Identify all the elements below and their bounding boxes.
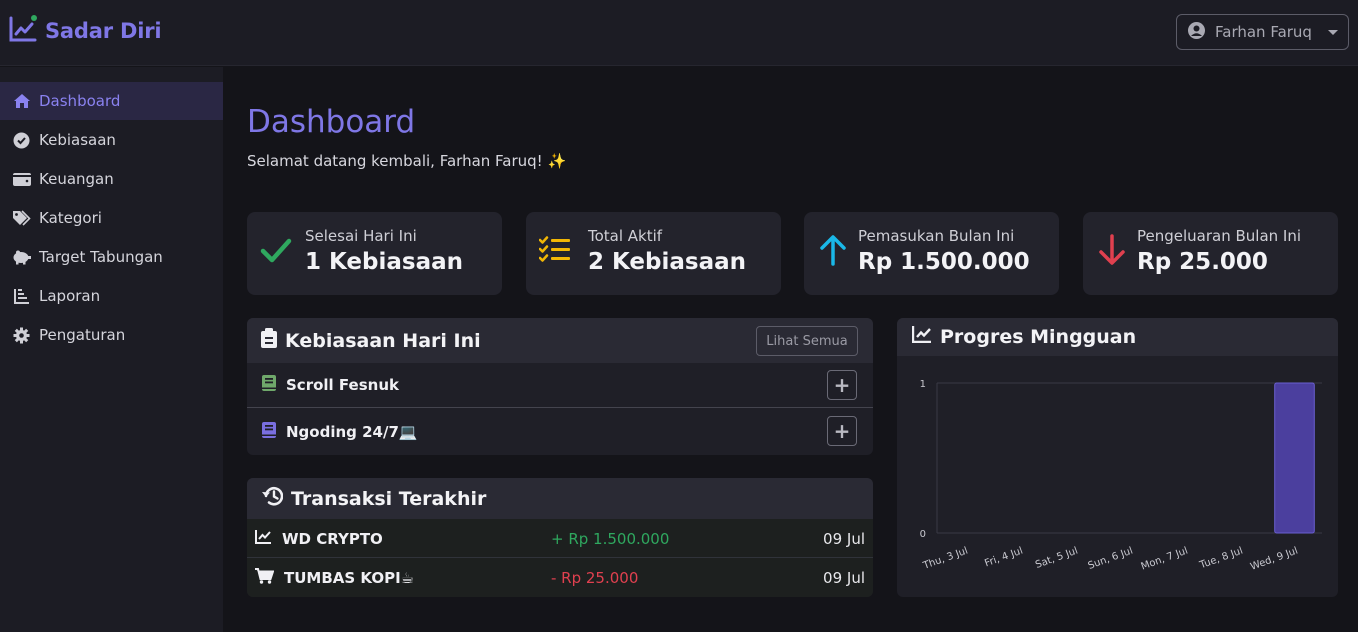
- card-title-text: Transaksi Terakhir: [291, 487, 487, 510]
- sidebar-item-label: Target Tabungan: [39, 248, 163, 266]
- stat-value: 1 Kebiasaan: [305, 249, 464, 275]
- habit-name: Scroll Fesnuk: [286, 376, 399, 394]
- sidebar-item-pengaturan[interactable]: Pengaturan: [0, 316, 223, 354]
- weekly-bar-chart: 0 1 Thu, 3 Jul Fri, 4 Jul Sat, 5 Jul Sun, 6 J…: [920, 379, 1322, 573]
- brand-name: Sadar Diri: [45, 19, 162, 43]
- stat-label: Pengeluaran Bulan Ini: [1137, 227, 1302, 245]
- tags-icon: [12, 209, 31, 228]
- home-icon: [12, 92, 31, 111]
- stat-label: Pemasukan Bulan Ini: [858, 227, 1015, 245]
- table-row[interactable]: TUMBAS KOPI☕ - Rp 25.000 09 Jul: [247, 558, 873, 597]
- x-tick-label: Sat, 5 Jul: [1034, 545, 1079, 571]
- check-icon: [260, 234, 292, 266]
- list-item: Scroll Fesnuk +: [247, 363, 873, 408]
- transaction-name: TUMBAS KOPI☕: [255, 558, 414, 597]
- sidebar-item-label: Keuangan: [39, 170, 114, 188]
- arrow-down-icon: [1096, 234, 1128, 266]
- x-tick-label: Tue, 8 Jul: [1197, 545, 1244, 571]
- list-check-icon: [538, 234, 571, 266]
- chart-bar[interactable]: [1274, 382, 1315, 534]
- stat-card-total-active: Total Aktif 2 Kebiasaan: [526, 212, 781, 295]
- book-icon: [262, 421, 276, 442]
- sidebar-item-label: Kategori: [39, 209, 102, 227]
- sidebar-item-kebiasaan[interactable]: Kebiasaan: [0, 121, 223, 159]
- piggy-bank-icon: [12, 248, 31, 267]
- stat-card-income-month: Pemasukan Bulan Ini Rp 1.500.000: [804, 212, 1059, 295]
- sidebar-item-label: Pengaturan: [39, 326, 126, 344]
- user-menu-button[interactable]: Farhan Faruq: [1176, 14, 1349, 50]
- habit-name: Ngoding 24/7💻: [286, 422, 418, 441]
- chart-line-logo-icon: [8, 14, 38, 48]
- add-progress-button[interactable]: +: [827, 370, 857, 400]
- stat-value: Rp 25.000: [1137, 249, 1268, 275]
- user-circle-icon: [1188, 21, 1205, 43]
- book-icon: [262, 375, 276, 395]
- stat-label: Total Aktif: [588, 227, 663, 245]
- x-tick-label: Fri, 4 Jul: [983, 545, 1024, 569]
- chart-icon: [12, 287, 31, 306]
- sidebar: Dashboard Kebiasaan Keuangan Kategori Ta…: [0, 67, 223, 632]
- gear-icon: [12, 326, 31, 345]
- sidebar-item-keuangan[interactable]: Keuangan: [0, 160, 223, 198]
- card-title-text: Progres Mingguan: [940, 325, 1137, 348]
- card-title-text: Kebiasaan Hari Ini: [285, 329, 481, 352]
- brand[interactable]: Sadar Diri: [8, 14, 162, 48]
- y-tick-label: 0: [920, 529, 926, 540]
- check-circle-icon: [12, 131, 31, 150]
- user-name: Farhan Faruq: [1215, 23, 1312, 41]
- transaction-amount: + Rp 1.500.000: [551, 530, 670, 548]
- top-navbar: Sadar Diri Farhan Faruq: [0, 0, 1358, 66]
- x-tick-label: Sun, 6 Jul: [1087, 545, 1135, 571]
- arrow-up-icon: [817, 234, 849, 266]
- view-all-button[interactable]: Lihat Semua: [756, 326, 858, 356]
- sidebar-item-label: Laporan: [39, 287, 101, 305]
- chart-line-icon: [911, 325, 932, 348]
- transaction-amount: - Rp 25.000: [551, 569, 639, 587]
- stat-card-expense-month: Pengeluaran Bulan Ini Rp 25.000: [1083, 212, 1338, 295]
- transaction-name-text: TUMBAS KOPI☕: [284, 568, 415, 587]
- weekly-progress-card: Progres Mingguan 0 1 Thu, 3 Jul Fri, 4 Jul S…: [897, 318, 1338, 597]
- transaction-date: 09 Jul: [823, 530, 865, 548]
- chevron-down-icon: [1327, 29, 1338, 35]
- transaction-date: 09 Jul: [823, 569, 865, 587]
- add-progress-button[interactable]: +: [827, 416, 857, 446]
- stat-value: 2 Kebiasaan: [588, 249, 747, 275]
- stat-label: Selesai Hari Ini: [305, 227, 417, 245]
- table-row[interactable]: WD CRYPTO + Rp 1.500.000 09 Jul: [247, 519, 873, 558]
- sidebar-item-laporan[interactable]: Laporan: [0, 277, 223, 315]
- wallet-icon: [12, 170, 31, 189]
- list-item: Ngoding 24/7💻 +: [247, 409, 873, 454]
- sidebar-item-label: Dashboard: [39, 92, 121, 110]
- card-title: Progres Mingguan: [911, 325, 1137, 348]
- chart-line-icon: [255, 529, 272, 548]
- cart-icon: [255, 567, 275, 588]
- stat-card-completed-today: Selesai Hari Ini 1 Kebiasaan: [247, 212, 502, 295]
- sidebar-item-target-tabungan[interactable]: Target Tabungan: [0, 238, 223, 276]
- recent-transactions-card: Transaksi Terakhir WD CRYPTO + Rp 1.500.…: [247, 478, 873, 597]
- sidebar-item-label: Kebiasaan: [39, 131, 116, 149]
- x-tick-label: Wed, 9 Jul: [1249, 545, 1300, 572]
- stat-value: Rp 1.500.000: [858, 249, 1030, 275]
- page-title: Dashboard: [247, 104, 416, 140]
- card-title: Transaksi Terakhir: [261, 486, 486, 511]
- clipboard-icon: [261, 328, 277, 353]
- y-tick-label: 1: [920, 379, 926, 390]
- card-title: Kebiasaan Hari Ini: [261, 328, 481, 353]
- x-tick-label: Mon, 7 Jul: [1140, 545, 1190, 572]
- transaction-name: WD CRYPTO: [255, 519, 383, 558]
- sidebar-item-dashboard[interactable]: Dashboard: [0, 82, 223, 120]
- transaction-name-text: WD CRYPTO: [282, 529, 383, 548]
- habits-today-card: Kebiasaan Hari Ini Lihat Semua Scroll Fe…: [247, 318, 873, 455]
- history-icon: [261, 486, 284, 511]
- sidebar-item-kategori[interactable]: Kategori: [0, 199, 223, 237]
- welcome-message: Selamat datang kembali, Farhan Faruq! ✨: [247, 152, 567, 170]
- x-tick-label: Thu, 3 Jul: [921, 545, 970, 572]
